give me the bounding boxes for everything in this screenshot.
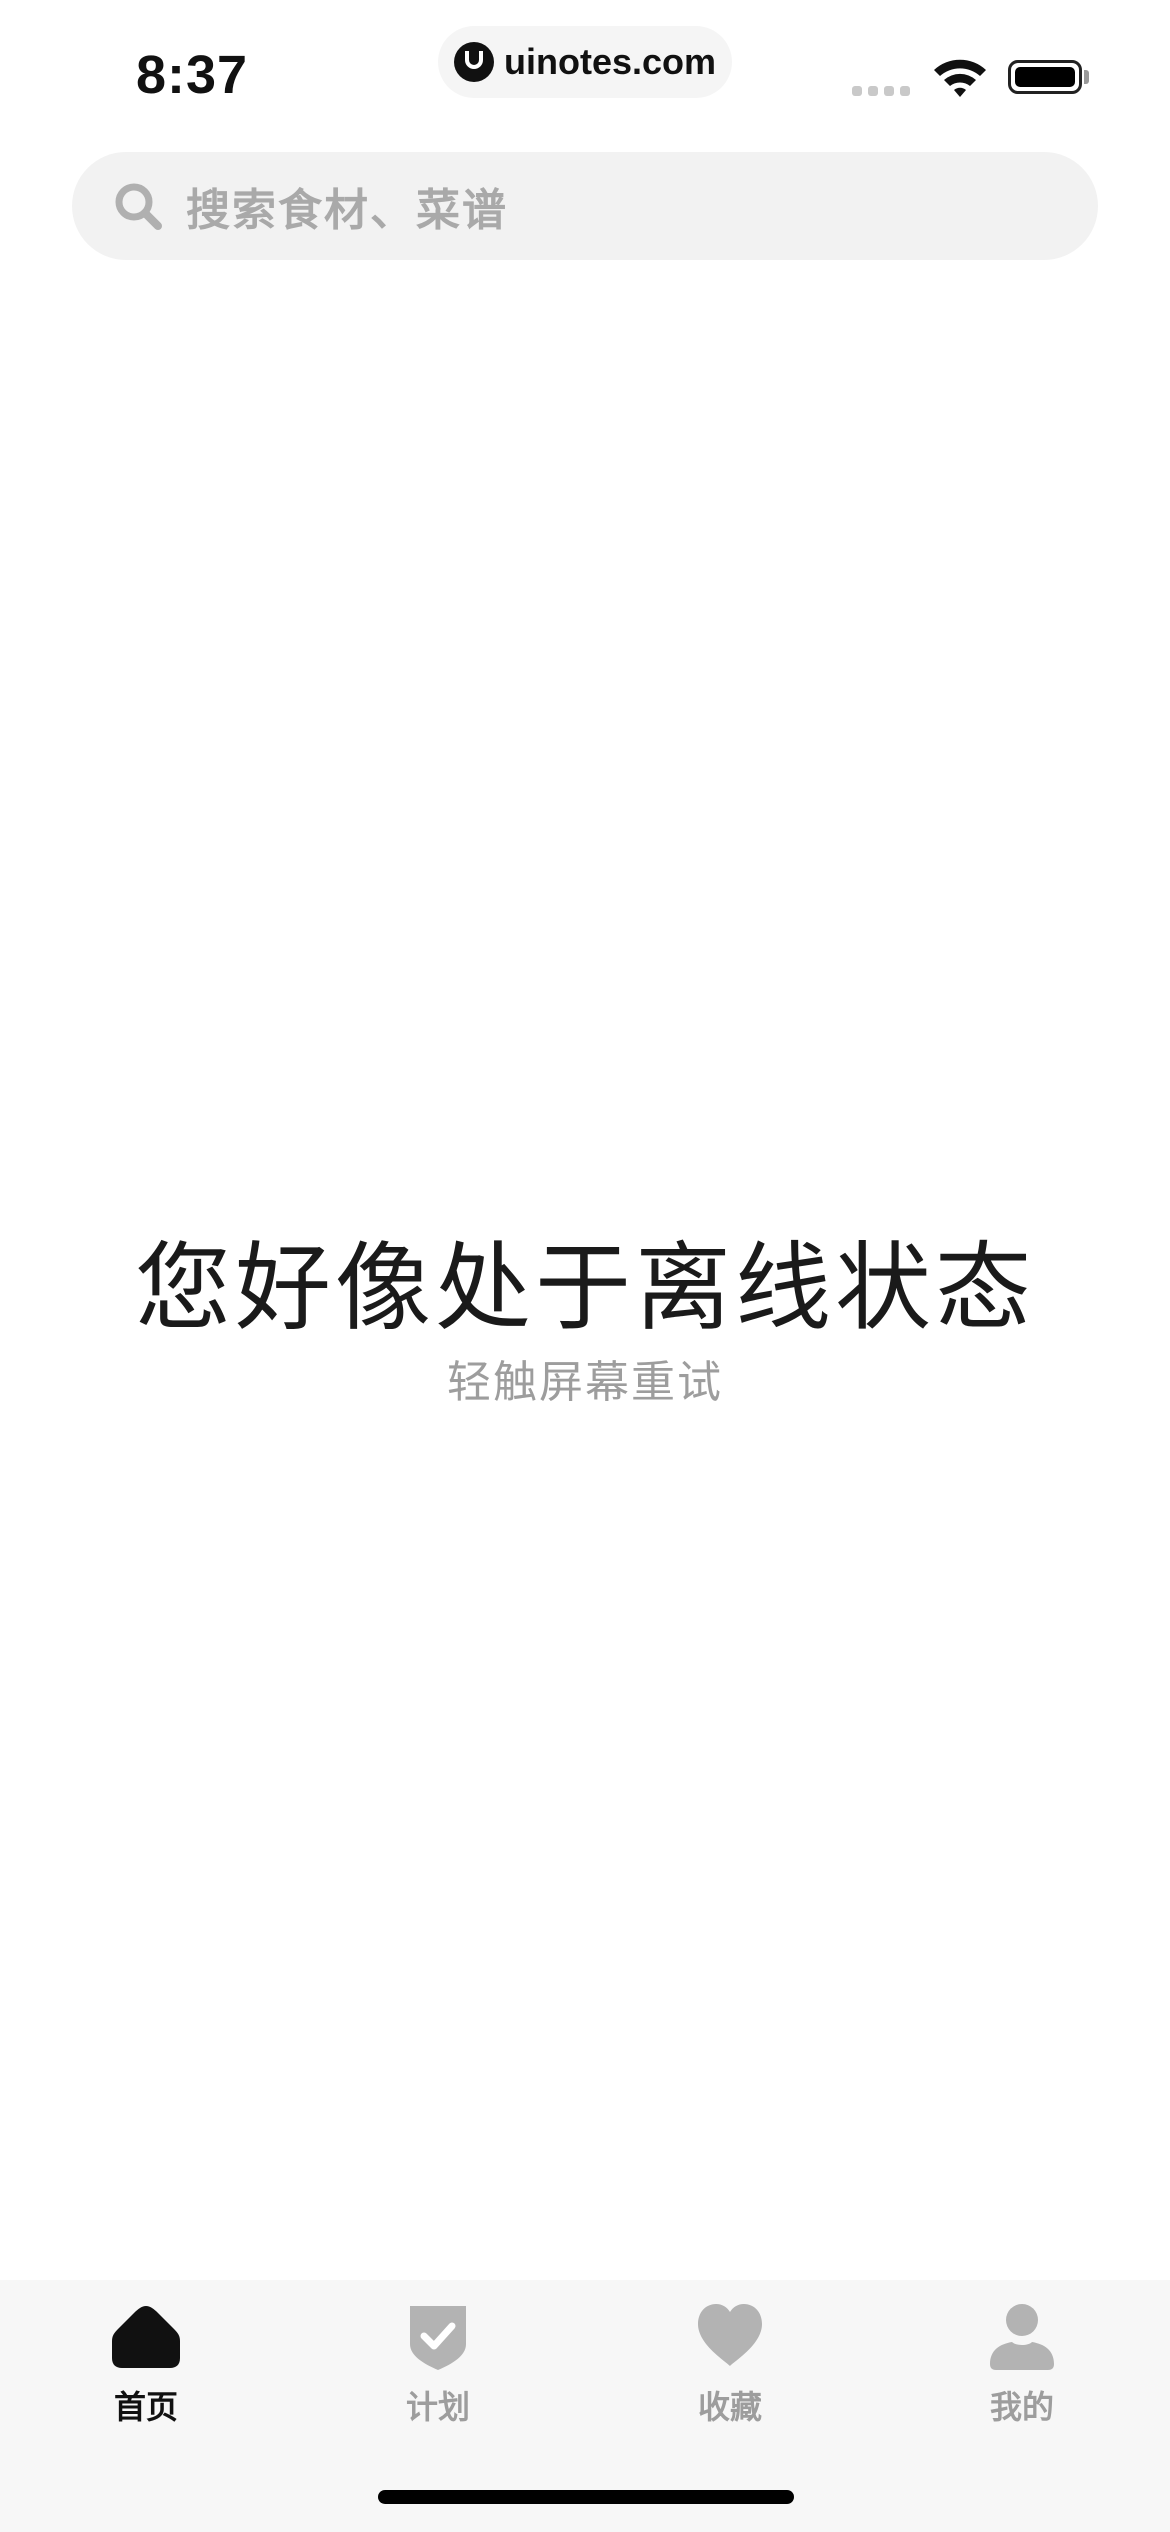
- search-bar[interactable]: 搜索食材、菜谱: [72, 152, 1098, 260]
- tab-profile-label: 我的: [989, 2388, 1054, 2426]
- tab-favorites-label: 收藏: [697, 2388, 762, 2426]
- user-icon: [990, 2304, 1054, 2370]
- shield-check-icon: [410, 2306, 466, 2370]
- heart-icon: [698, 2304, 762, 2366]
- offline-title[interactable]: 您好像处于离线状态: [0, 1210, 1170, 1349]
- tab-plan-label: 计划: [405, 2388, 470, 2426]
- tab-profile[interactable]: 我的: [922, 2300, 1122, 2428]
- tab-plan[interactable]: 计划: [338, 2300, 538, 2428]
- tab-home-label: 首页: [113, 2388, 178, 2426]
- battery-cap: [1084, 70, 1089, 84]
- search-placeholder: 搜索食材、菜谱: [186, 185, 508, 236]
- retry-hint[interactable]: 轻触屏幕重试: [0, 1346, 1170, 1410]
- tab-home[interactable]: 首页: [46, 2300, 246, 2428]
- home-indicator[interactable]: [378, 2490, 794, 2504]
- uinotes-logo-icon: [454, 42, 494, 82]
- url-badge: uinotes.com: [438, 26, 732, 98]
- url-text: uinotes.com: [504, 41, 717, 82]
- wifi-icon: [934, 59, 986, 97]
- search-icon: [115, 183, 162, 230]
- cellular-signal-icon: [852, 86, 910, 96]
- status-time: 8:37: [136, 45, 249, 105]
- home-icon: [112, 2306, 180, 2368]
- battery-icon: [1008, 60, 1082, 94]
- app-screen: 8:37 uinotes.com 搜索食材、菜谱 您好像处于离线状态 轻触屏幕重…: [0, 0, 1170, 2532]
- tab-favorites[interactable]: 收藏: [630, 2300, 830, 2428]
